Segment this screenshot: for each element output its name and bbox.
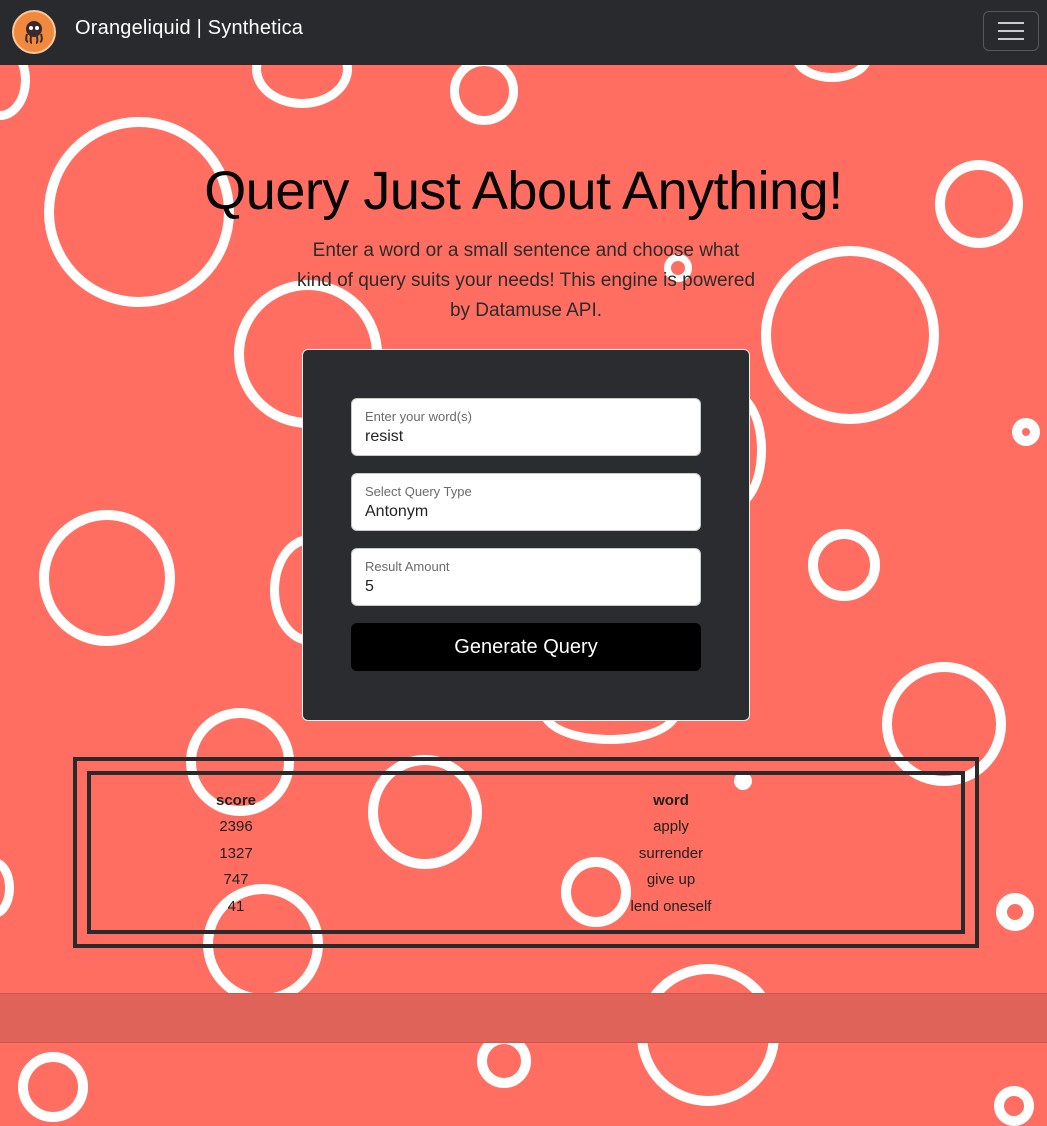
page-title: Query Just About Anything! bbox=[204, 161, 843, 221]
results-container: score word 2396 apply 1327 surrender 747… bbox=[73, 757, 979, 948]
result-amount-field[interactable]: Result Amount bbox=[351, 548, 701, 606]
footer bbox=[0, 993, 1047, 1043]
table-row: 2396 apply bbox=[91, 814, 961, 841]
decorative-circle bbox=[18, 1052, 88, 1122]
results-table: score word 2396 apply 1327 surrender 747… bbox=[91, 787, 961, 920]
menu-bar bbox=[998, 22, 1024, 24]
word-field-label: Enter your word(s) bbox=[365, 409, 472, 424]
decorative-circle bbox=[808, 529, 880, 601]
page-description: Enter a word or a small sentence and cho… bbox=[296, 240, 756, 321]
word-cell: give up bbox=[646, 871, 696, 889]
navbar: Orangeliquid | Synthetica bbox=[0, 0, 1047, 65]
decorative-circle bbox=[761, 246, 939, 424]
result-amount-input[interactable] bbox=[365, 578, 685, 596]
generate-query-button[interactable]: Generate Query bbox=[351, 623, 701, 671]
score-cell: 41 bbox=[227, 897, 245, 915]
decorative-circle bbox=[994, 1086, 1034, 1126]
query-type-select[interactable]: Antonym bbox=[365, 503, 685, 521]
word-field[interactable]: Enter your word(s) bbox=[351, 398, 701, 456]
word-cell: apply bbox=[653, 818, 689, 836]
decorative-circle bbox=[996, 893, 1034, 931]
word-input[interactable] bbox=[365, 428, 685, 446]
decorative-circle bbox=[450, 57, 518, 125]
word-column-header: word bbox=[653, 791, 689, 809]
score-column-header: score bbox=[215, 791, 257, 809]
table-header-row: score word bbox=[91, 787, 961, 814]
query-type-field[interactable]: Select Query Type Antonym bbox=[351, 473, 701, 531]
decorative-circle bbox=[0, 858, 14, 918]
score-cell: 2396 bbox=[219, 818, 253, 836]
brand-title[interactable]: Orangeliquid | Synthetica bbox=[75, 17, 303, 40]
decorative-circle bbox=[1012, 418, 1040, 446]
octopus-logo-icon bbox=[25, 21, 43, 44]
query-form-card: Enter your word(s) Select Query Type Ant… bbox=[302, 349, 750, 721]
menu-bar bbox=[998, 38, 1024, 40]
word-cell: surrender bbox=[638, 844, 704, 862]
word-cell: lend oneself bbox=[630, 897, 712, 915]
table-row: 1327 surrender bbox=[91, 840, 961, 867]
decorative-circle bbox=[39, 510, 175, 646]
score-cell: 747 bbox=[223, 871, 249, 889]
menu-bar bbox=[998, 30, 1024, 32]
table-row: 41 lend oneself bbox=[91, 893, 961, 920]
table-row: 747 give up bbox=[91, 867, 961, 894]
octopus-logo-icon[interactable] bbox=[12, 10, 56, 54]
query-type-label: Select Query Type bbox=[365, 484, 472, 499]
hamburger-menu-icon[interactable] bbox=[983, 11, 1039, 51]
score-cell: 1327 bbox=[219, 844, 253, 862]
result-amount-label: Result Amount bbox=[365, 559, 450, 574]
results-frame: score word 2396 apply 1327 surrender 747… bbox=[87, 771, 965, 934]
